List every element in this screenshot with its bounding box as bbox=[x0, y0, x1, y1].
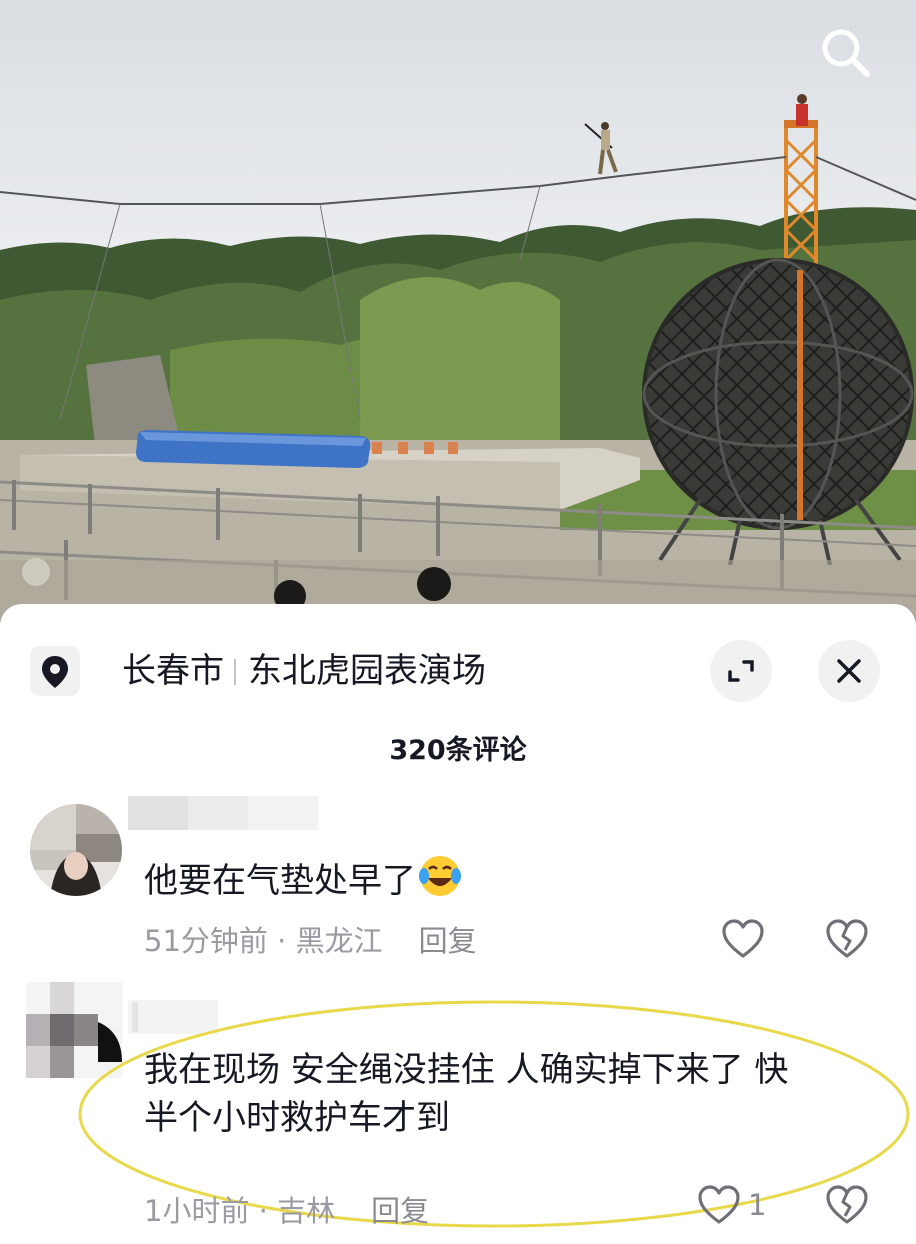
comment-meta: 51分钟前 · 黑龙江 回复 bbox=[144, 924, 477, 958]
expand-icon bbox=[728, 660, 754, 682]
heart-icon bbox=[722, 919, 764, 958]
avatar[interactable] bbox=[30, 804, 122, 896]
comment-item: 我在现场 安全绳没挂住 人确实掉下来了 快 半个小时救护车才到 1小时前 · 吉… bbox=[0, 974, 916, 1244]
comment-text-line: 半个小时救护车才到 bbox=[144, 1098, 450, 1138]
location-city: 长春市 bbox=[122, 651, 224, 691]
dislike-button[interactable] bbox=[822, 1180, 872, 1230]
location-label[interactable]: 长春市 东北虎园表演场 bbox=[122, 646, 486, 696]
comment-time: 51分钟前 bbox=[144, 924, 268, 958]
comment-meta: 1小时前 · 吉林 回复 bbox=[144, 1194, 430, 1228]
location-place: 东北虎园表演场 bbox=[248, 651, 486, 691]
broken-heart-icon bbox=[826, 1185, 868, 1224]
location-bar[interactable]: 长春市 东北虎园表演场 bbox=[0, 634, 916, 708]
location-divider bbox=[234, 659, 236, 685]
broken-heart-icon bbox=[826, 919, 868, 958]
comment-text-line: 我在现场 安全绳没挂住 人确实掉下来了 快 bbox=[144, 1050, 789, 1090]
comment-region: 吉林 bbox=[277, 1194, 336, 1228]
comment-text: 他要在气垫处早了 bbox=[144, 854, 884, 905]
laughing-crying-emoji bbox=[419, 856, 461, 896]
comments-sheet: 长春市 东北虎园表演场 320条评论 他要在气垫处早了 51分钟前 · 黑龙江 … bbox=[0, 604, 916, 1244]
comment-text-content: 他要在气垫处早了 bbox=[144, 861, 416, 901]
username-blurred[interactable] bbox=[128, 796, 318, 830]
comment-text: 我在现场 安全绳没挂住 人确实掉下来了 快 半个小时救护车才到 bbox=[144, 1046, 884, 1142]
comment-region: 黑龙江 bbox=[295, 924, 383, 958]
comment-time: 1小时前 bbox=[144, 1194, 250, 1228]
like-count: 1 bbox=[748, 1188, 767, 1222]
heart-icon bbox=[698, 1185, 740, 1224]
video-scene bbox=[0, 0, 916, 640]
close-button[interactable] bbox=[818, 640, 880, 702]
video-frame[interactable] bbox=[0, 0, 916, 640]
reply-button[interactable]: 回复 bbox=[371, 1194, 429, 1228]
comment-item: 他要在气垫处早了 51分钟前 · 黑龙江 回复 bbox=[0, 794, 916, 974]
like-button[interactable] bbox=[694, 1180, 744, 1230]
expand-button[interactable] bbox=[710, 640, 772, 702]
search-icon bbox=[822, 29, 870, 77]
dislike-button[interactable] bbox=[822, 914, 872, 964]
like-button[interactable] bbox=[718, 914, 768, 964]
reply-button[interactable]: 回复 bbox=[419, 924, 477, 958]
location-pin-icon bbox=[30, 646, 80, 696]
search-button[interactable] bbox=[816, 24, 876, 84]
close-icon bbox=[837, 659, 861, 683]
comment-count: 320条评论 bbox=[389, 735, 527, 766]
